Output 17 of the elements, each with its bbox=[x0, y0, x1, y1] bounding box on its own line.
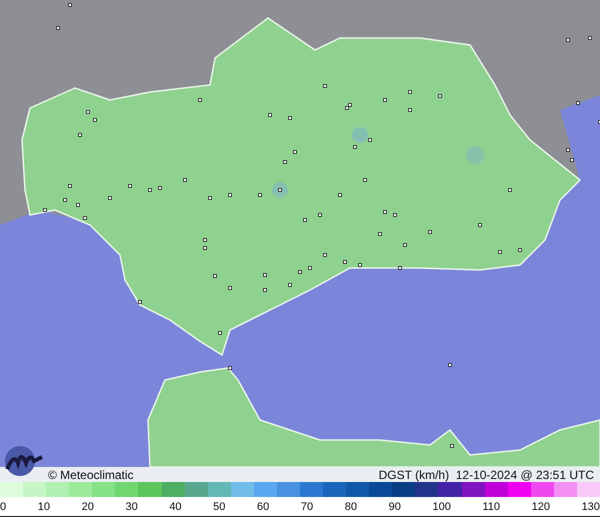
logo-icon bbox=[4, 445, 44, 477]
map-caption: DGST (km/h) 12-10-2024 @ 23:51 UTC bbox=[378, 468, 594, 482]
legend-tick-label: 70 bbox=[300, 500, 314, 512]
legend-tick-label: 40 bbox=[169, 500, 182, 512]
legend-tick-label: 100 bbox=[432, 500, 451, 512]
legend-tick-label: 0 bbox=[0, 500, 6, 512]
legend-tick-label: 110 bbox=[482, 500, 500, 512]
legend-tick-label: 60 bbox=[257, 500, 270, 512]
credit-text: © Meteoclimatic bbox=[48, 468, 134, 482]
legend-tick-label: 90 bbox=[388, 500, 401, 512]
legend-tick-label: 80 bbox=[344, 500, 357, 512]
legend-tick-label: 130 bbox=[582, 500, 600, 512]
legend-tick-label: 10 bbox=[38, 500, 50, 512]
legend-tick-label: 120 bbox=[532, 500, 550, 512]
legend-tick-label: 30 bbox=[125, 500, 138, 512]
legend-tick-label: 50 bbox=[213, 500, 226, 512]
legend-tick-label: 20 bbox=[82, 500, 94, 512]
